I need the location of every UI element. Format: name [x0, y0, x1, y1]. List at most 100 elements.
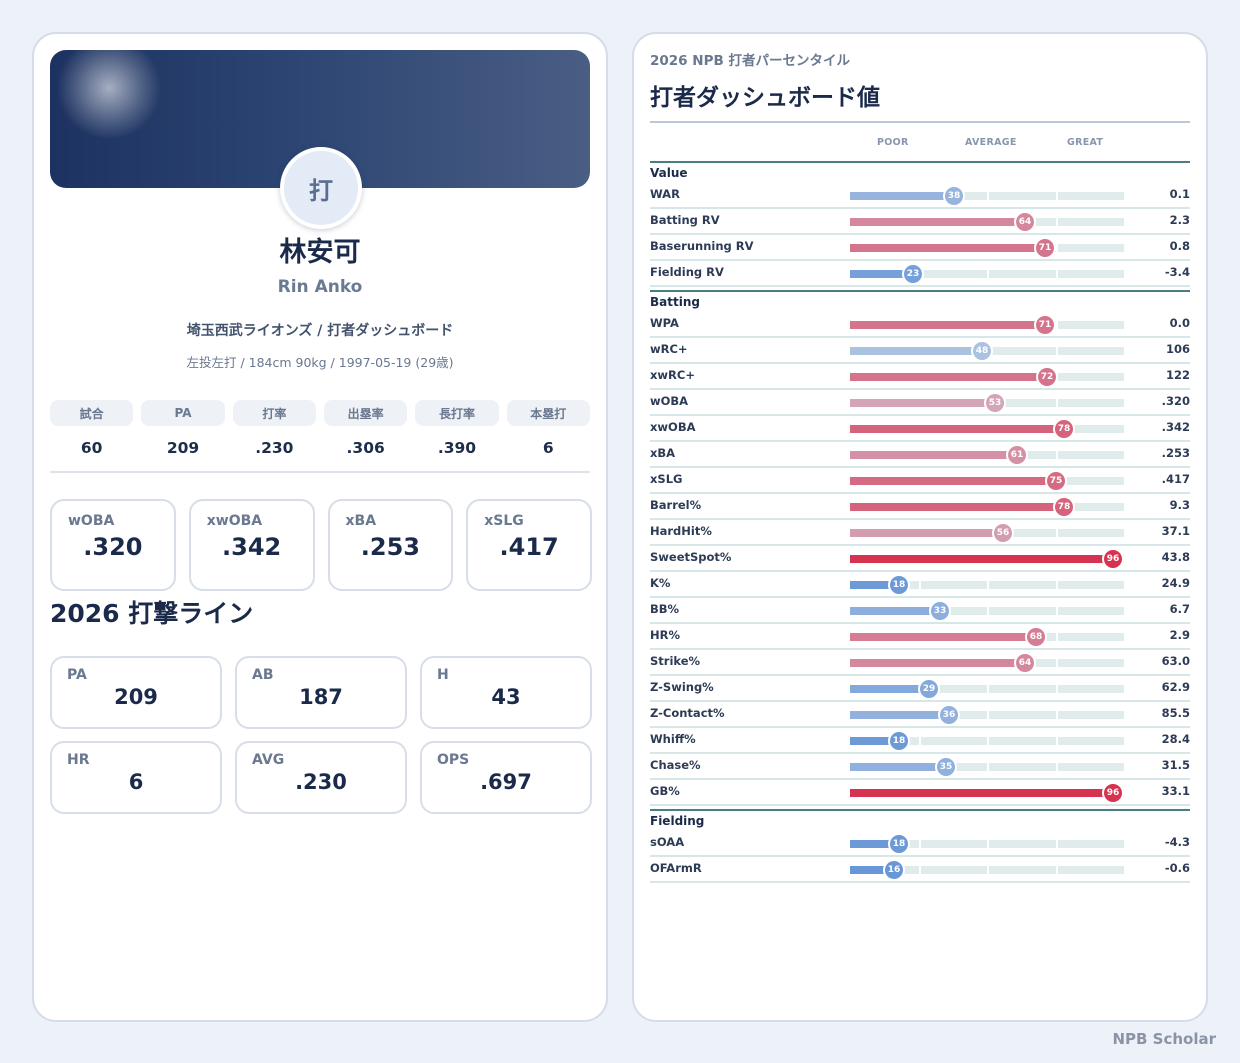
- percentile-marker: 23: [902, 263, 924, 285]
- percentile-row: wOBA 53 .320: [650, 390, 1190, 416]
- percentile-bar-fill: [850, 373, 1047, 381]
- summary-stat-value: .390: [437, 439, 477, 457]
- percentile-row-label: GB%: [650, 784, 680, 798]
- percentile-row-value: .253: [1161, 446, 1190, 460]
- percentile-bar-fill: [850, 659, 1025, 667]
- expected-stat-value: .342: [222, 533, 282, 561]
- banner-glow: [54, 50, 164, 138]
- percentile-row-value: 2.3: [1169, 213, 1190, 227]
- percentile-row: OFArmR 16 -0.6: [650, 857, 1190, 883]
- percentile-row: HardHit% 56 37.1: [650, 520, 1190, 546]
- summary-stats: 試合 60 PA 209 打率 .230 出塁率 .306 長打率 .390 本…: [50, 400, 590, 457]
- percentile-row-label: xwOBA: [650, 420, 696, 434]
- batting-line-value: .697: [480, 770, 532, 794]
- percentile-row-value: 106: [1165, 342, 1190, 356]
- percentile-bar-tick: [919, 737, 921, 745]
- percentile-bar-fill: [850, 789, 1113, 797]
- percentile-marker: 48: [971, 340, 993, 362]
- summary-stat-label: 試合: [50, 400, 134, 426]
- percentile-groups: Value WAR 38 0.1 Batting RV 64 2.3 Baserunning …: [650, 163, 1190, 883]
- percentile-row: Whiff% 18 28.4: [650, 728, 1190, 754]
- summary-stat-value: 6: [542, 439, 554, 457]
- percentile-bar-tick: [987, 192, 989, 200]
- percentile-bar-track: 56: [850, 522, 1124, 544]
- percentile-row-label: WAR: [650, 187, 680, 201]
- percentile-row-label: K%: [650, 576, 671, 590]
- expected-stat-card: wOBA .320: [50, 499, 176, 591]
- percentile-row: Batting RV 64 2.3: [650, 209, 1190, 235]
- percentile-row: xwRC+ 72 122: [650, 364, 1190, 390]
- batting-line-value: 187: [299, 685, 343, 709]
- percentile-marker: 75: [1045, 470, 1067, 492]
- percentile-row-label: Z-Swing%: [650, 680, 714, 694]
- percentile-bar-tick: [987, 711, 989, 719]
- percentile-row-value: .320: [1161, 394, 1190, 408]
- percentile-row-label: HR%: [650, 628, 681, 642]
- percentile-bar-track: 68: [850, 626, 1124, 648]
- percentile-marker: 64: [1014, 211, 1036, 233]
- summary-stat-value: 60: [80, 439, 103, 457]
- scale-average-label: AVERAGE: [965, 137, 1017, 148]
- percentile-row: HR% 68 2.9: [650, 624, 1190, 650]
- percentile-bar-tick: [1056, 659, 1058, 667]
- percentile-bar-tick: [919, 866, 921, 874]
- percentile-bar-fill: [850, 503, 1064, 511]
- batting-line-label: OPS: [437, 752, 470, 768]
- percentile-row-label: Whiff%: [650, 732, 696, 746]
- percentile-bar-tick: [1056, 244, 1058, 252]
- percentile-group-title: Fielding: [650, 814, 705, 828]
- percentile-marker: 96: [1102, 548, 1124, 570]
- percentile-bar-fill: [850, 477, 1056, 485]
- percentile-row: Z-Contact% 36 85.5: [650, 702, 1190, 728]
- percentile-bar-tick: [1056, 840, 1058, 848]
- percentile-bar-track: 38: [850, 185, 1124, 207]
- summary-stat: 長打率 .390: [415, 400, 499, 457]
- percentile-row: Fielding RV 23 -3.4: [650, 261, 1190, 287]
- percentile-row-label: xBA: [650, 446, 676, 460]
- percentile-bar-tick: [1056, 270, 1058, 278]
- scale-great-label: GREAT: [1067, 137, 1104, 148]
- percentile-marker: 72: [1036, 366, 1058, 388]
- percentile-marker: 33: [929, 600, 951, 622]
- batting-line-grid: PA 209 AB 187 H 43 HR 6 AVG .230 OPS .69…: [50, 656, 592, 814]
- percentile-marker: 96: [1102, 782, 1124, 804]
- percentile-marker: 35: [935, 756, 957, 778]
- expected-stat-value: .320: [83, 533, 143, 561]
- summary-stat: PA 209: [141, 400, 225, 457]
- summary-stat-value: .230: [255, 439, 294, 457]
- percentile-row: BB% 33 6.7: [650, 598, 1190, 624]
- batting-line-value: 209: [114, 685, 158, 709]
- percentile-row: Z-Swing% 29 62.9: [650, 676, 1190, 702]
- summary-stat-label: PA: [141, 400, 225, 426]
- percentile-bar-tick: [987, 685, 989, 693]
- percentile-bar-track: 33: [850, 600, 1124, 622]
- percentile-marker: 78: [1053, 418, 1075, 440]
- percentile-marker: 68: [1025, 626, 1047, 648]
- percentile-bar-track: 48: [850, 340, 1124, 362]
- percentile-row-value: -4.3: [1164, 835, 1190, 849]
- expected-stat-card: xSLG .417: [466, 499, 592, 591]
- percentile-bar-tick: [987, 840, 989, 848]
- percentile-row-value: 24.9: [1161, 576, 1190, 590]
- percentile-row: WPA 71 0.0: [650, 312, 1190, 338]
- batting-line-label: PA: [67, 667, 87, 683]
- percentile-row-value: -0.6: [1164, 861, 1190, 875]
- percentile-bar-track: 18: [850, 574, 1124, 596]
- summary-stat-value: .306: [346, 439, 385, 457]
- percentile-marker: 53: [984, 392, 1006, 414]
- footer-brand: NPB Scholar: [1112, 1030, 1216, 1048]
- percentile-bar-track: 18: [850, 730, 1124, 752]
- summary-stat-label: 本塁打: [506, 400, 590, 426]
- percentile-bar-tick: [1056, 763, 1058, 771]
- percentile-bar-fill: [850, 321, 1045, 329]
- percentile-bar-tick: [1056, 633, 1058, 641]
- percentile-bar-tick: [1056, 866, 1058, 874]
- bio-line: 左投左打 / 184cm 90kg / 1997-05-19 (29歳): [186, 355, 454, 370]
- percentile-row: Strike% 64 63.0: [650, 650, 1190, 676]
- summary-stat-label: 打率: [232, 400, 316, 426]
- percentile-bar-fill: [850, 425, 1064, 433]
- percentile-bar-track: 71: [850, 314, 1124, 336]
- percentile-row-value: 62.9: [1161, 680, 1190, 694]
- percentile-bar-track: 96: [850, 782, 1124, 804]
- percentile-card: 2026 NPB 打者パーセンタイル 打者ダッシュボード値 POOR AVERA…: [632, 32, 1208, 1022]
